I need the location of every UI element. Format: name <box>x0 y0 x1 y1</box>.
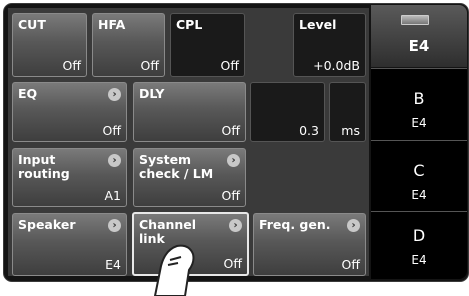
level-button[interactable]: Level +0.0dB <box>293 13 366 77</box>
channel-d-sub: E4 <box>411 253 427 267</box>
channel-c-sub: E4 <box>411 188 427 202</box>
channel-b-tab[interactable]: B E4 <box>371 68 467 140</box>
chevron-right-icon: › <box>229 219 242 232</box>
chevron-right-icon: › <box>347 219 360 232</box>
cut-label: CUT <box>18 17 46 32</box>
delay-time-field[interactable]: 0.3 <box>250 82 325 142</box>
freq-gen-label: Freq. gen. <box>259 217 331 232</box>
cpl-value: Off <box>220 58 239 73</box>
channel-d-tab[interactable]: D E4 <box>371 211 467 279</box>
channel-c-tab[interactable]: C E4 <box>371 140 467 211</box>
speaker-label: Speaker <box>18 217 76 232</box>
channel-b-sub: E4 <box>411 116 427 130</box>
cut-button[interactable]: CUT Off <box>12 13 87 77</box>
delay-unit-field[interactable]: ms <box>329 82 366 142</box>
chevron-right-icon: › <box>108 219 121 232</box>
speaker-button[interactable]: Speaker › E4 <box>12 213 127 276</box>
channel-c-name: C <box>413 161 425 180</box>
chevron-right-icon: › <box>227 154 240 167</box>
dly-label: DLY <box>139 86 165 101</box>
cpl-label: CPL <box>176 17 203 32</box>
eq-label: EQ <box>18 86 38 101</box>
freq-gen-button[interactable]: Freq. gen. › Off <box>253 213 366 276</box>
input-routing-label: Input routing <box>18 152 70 181</box>
freq-gen-value: Off <box>341 257 360 272</box>
delay-time-value: 0.3 <box>299 123 319 138</box>
eq-value: Off <box>102 123 121 138</box>
dly-button[interactable]: DLY Off <box>133 82 246 142</box>
chevron-right-icon: › <box>108 154 121 167</box>
hfa-label: HFA <box>98 17 126 32</box>
eq-button[interactable]: EQ › Off <box>12 82 127 142</box>
battery-indicator-icon <box>401 15 429 25</box>
input-routing-button[interactable]: Input routing › A1 <box>12 148 127 207</box>
channel-d-name: D <box>412 226 426 245</box>
channel-b-name: B <box>413 89 425 108</box>
channel-a-name: E4 <box>408 37 430 55</box>
touch-hand-icon <box>153 244 195 296</box>
channel-a-tab[interactable]: E4 <box>371 5 467 67</box>
level-value: +0.0dB <box>313 58 360 73</box>
delay-unit-label: ms <box>341 123 360 138</box>
dly-value: Off <box>221 123 240 138</box>
speaker-value: E4 <box>105 257 121 272</box>
input-routing-value: A1 <box>104 188 121 203</box>
channel-link-value: Off <box>223 256 242 271</box>
hfa-button[interactable]: HFA Off <box>92 13 165 77</box>
system-check-button[interactable]: System check / LM › Off <box>133 148 246 207</box>
hfa-value: Off <box>140 58 159 73</box>
level-label: Level <box>299 17 337 32</box>
chevron-right-icon: › <box>108 88 121 101</box>
system-check-label: System check / LM <box>139 152 214 181</box>
cpl-button[interactable]: CPL Off <box>170 13 245 77</box>
cut-value: Off <box>62 58 81 73</box>
system-check-value: Off <box>221 188 240 203</box>
